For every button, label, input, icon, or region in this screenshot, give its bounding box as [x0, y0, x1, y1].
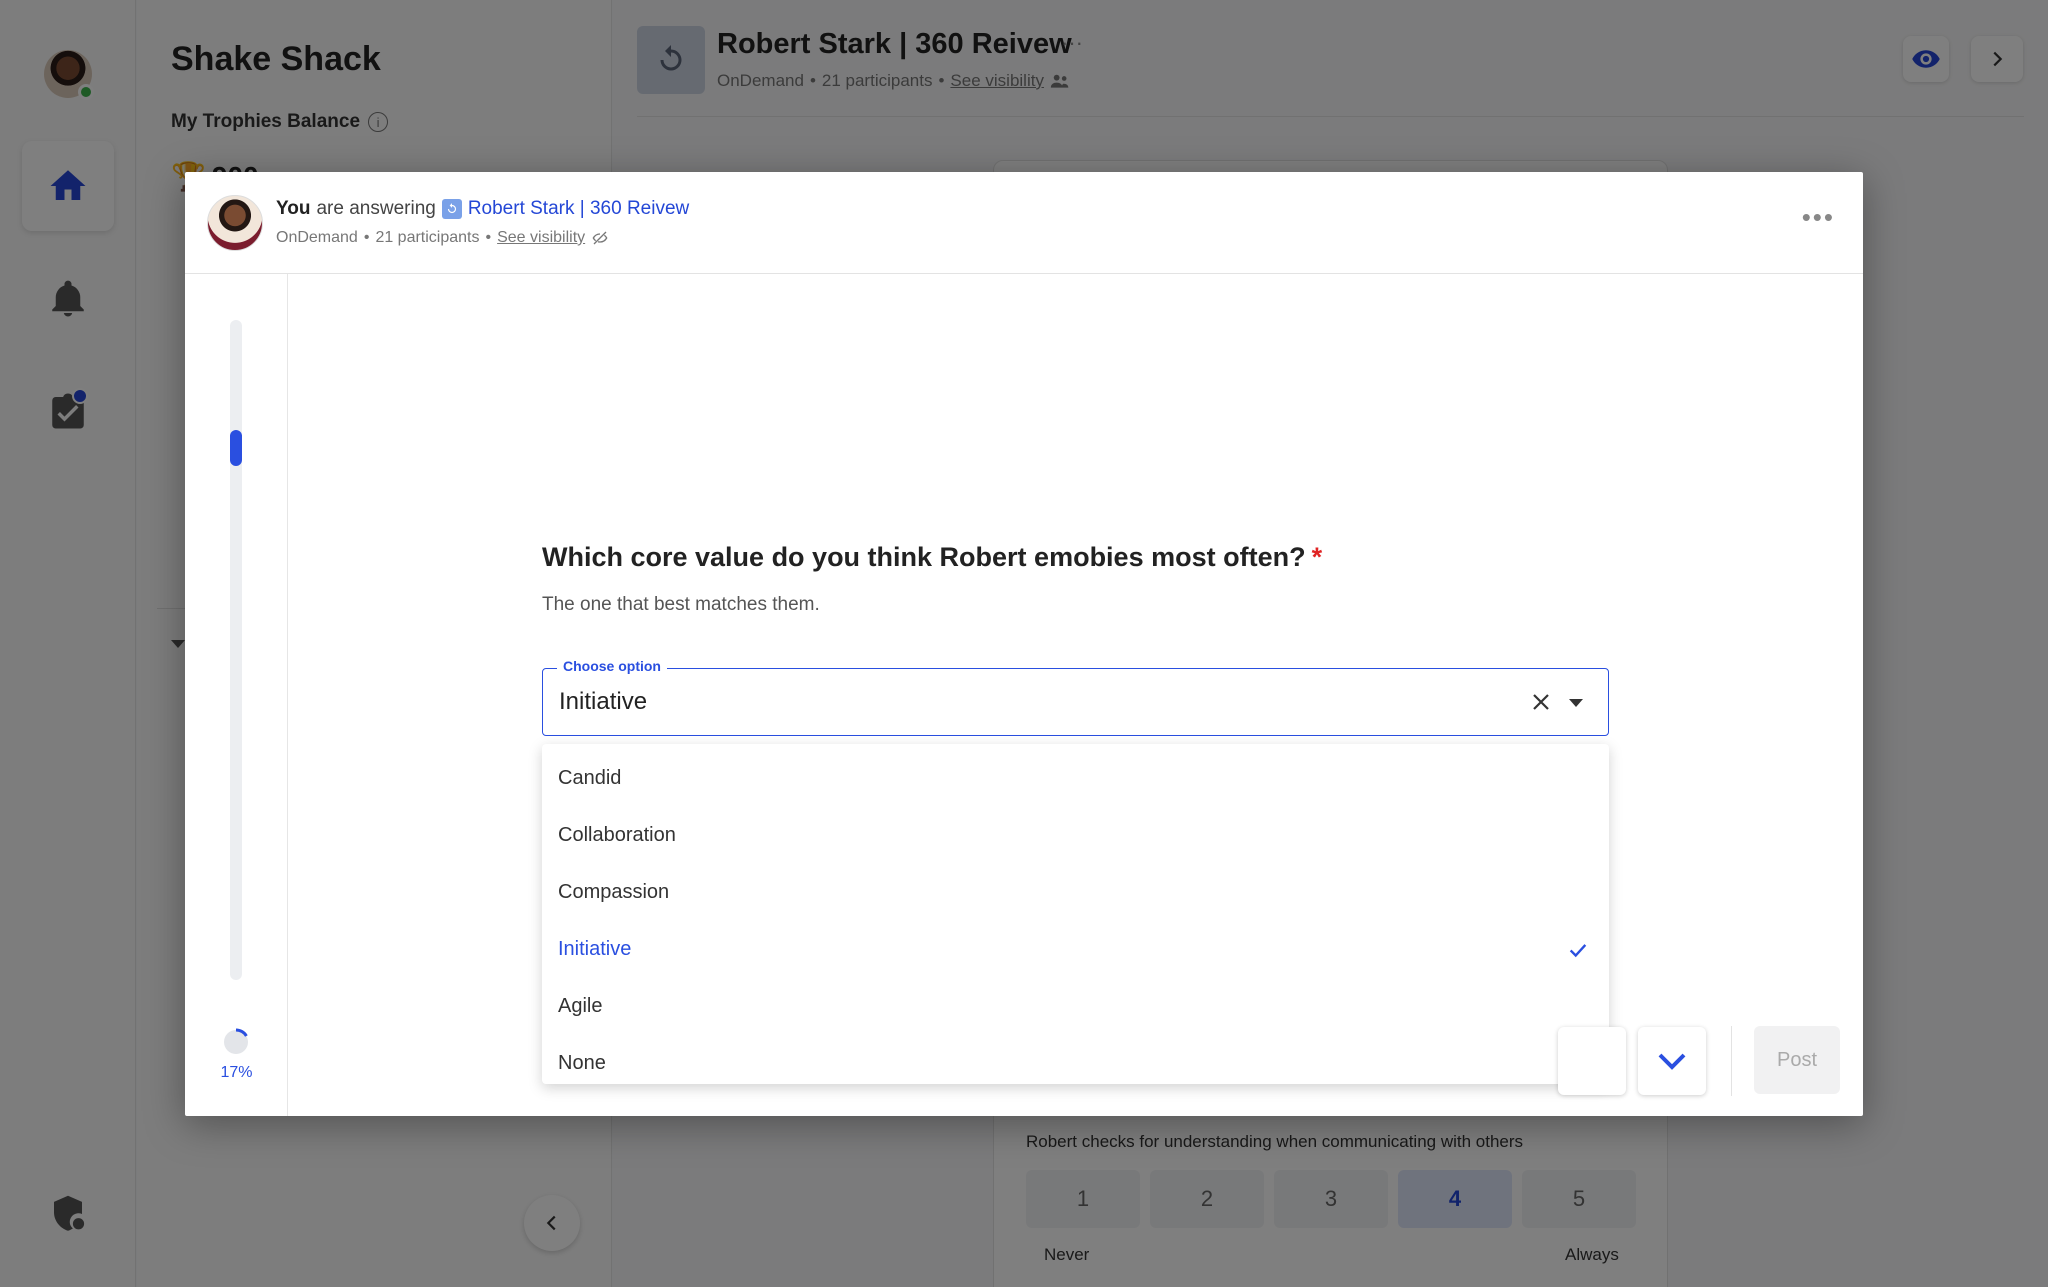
survey-title-link[interactable]: Robert Stark | 360 Reivew	[468, 198, 689, 220]
survey-mini-icon	[441, 199, 462, 219]
modal-header: You are answering Robert Stark | 360 Rei…	[185, 172, 1863, 274]
previous-question-button[interactable]	[1558, 1027, 1626, 1095]
progress-percent: 17%	[220, 1064, 253, 1081]
eye-off-icon	[592, 231, 608, 245]
modal-participants: 21 participants	[375, 229, 480, 246]
select-label: Choose option	[557, 658, 667, 674]
checkmark-icon	[1569, 944, 1587, 958]
answering-line: You are answering Robert Stark | 360 Rei…	[276, 198, 689, 220]
you-label: You	[276, 198, 311, 219]
question-title: Which core value do you think Robert emo…	[542, 542, 1322, 573]
question-scroll-track[interactable]	[230, 320, 242, 980]
option-collaboration[interactable]: Collaboration	[542, 807, 1609, 864]
respondent-avatar	[207, 195, 263, 251]
select-value: Initiative	[559, 688, 648, 715]
question-text: Which core value do you think Robert emo…	[542, 542, 1306, 572]
option-candid[interactable]: Candid	[542, 750, 1609, 807]
progress-panel: 17%	[185, 274, 288, 1116]
required-mark: *	[1311, 542, 1323, 572]
modal-channel: OnDemand	[276, 229, 358, 246]
post-button[interactable]: Post	[1754, 1026, 1840, 1094]
progress-ring-icon	[224, 1028, 248, 1054]
option-none[interactable]: None	[542, 1035, 1609, 1092]
modal-meta: OnDemand • 21 participants • See visibil…	[276, 229, 609, 247]
footer-divider	[1731, 1026, 1732, 1096]
chevron-down-icon	[1658, 1053, 1686, 1070]
core-value-select[interactable]: Choose option Initiative	[542, 658, 1609, 736]
refresh-icon	[447, 203, 456, 214]
next-question-button[interactable]	[1638, 1027, 1706, 1095]
option-initiative[interactable]: Initiative	[542, 921, 1609, 978]
caret-down-icon[interactable]	[1564, 691, 1588, 715]
meta-separator: •	[363, 229, 370, 246]
option-initiative-label: Initiative	[558, 938, 632, 960]
question-scroll-thumb[interactable]	[230, 430, 242, 466]
option-compassion[interactable]: Compassion	[542, 864, 1609, 921]
question-description: The one that best matches them.	[542, 594, 820, 615]
select-options-list: Candid Collaboration Compassion Initiati…	[542, 744, 1609, 1084]
modal-see-visibility-link[interactable]: See visibility	[497, 229, 585, 247]
answer-survey-modal: You are answering Robert Stark | 360 Rei…	[185, 172, 1863, 1116]
modal-more-options-icon[interactable]: •••	[1802, 202, 1835, 233]
clear-selection-icon[interactable]	[1528, 689, 1554, 715]
option-agile[interactable]: Agile	[542, 978, 1609, 1035]
answering-label: are answering	[316, 198, 436, 219]
meta-separator: •	[485, 229, 492, 246]
